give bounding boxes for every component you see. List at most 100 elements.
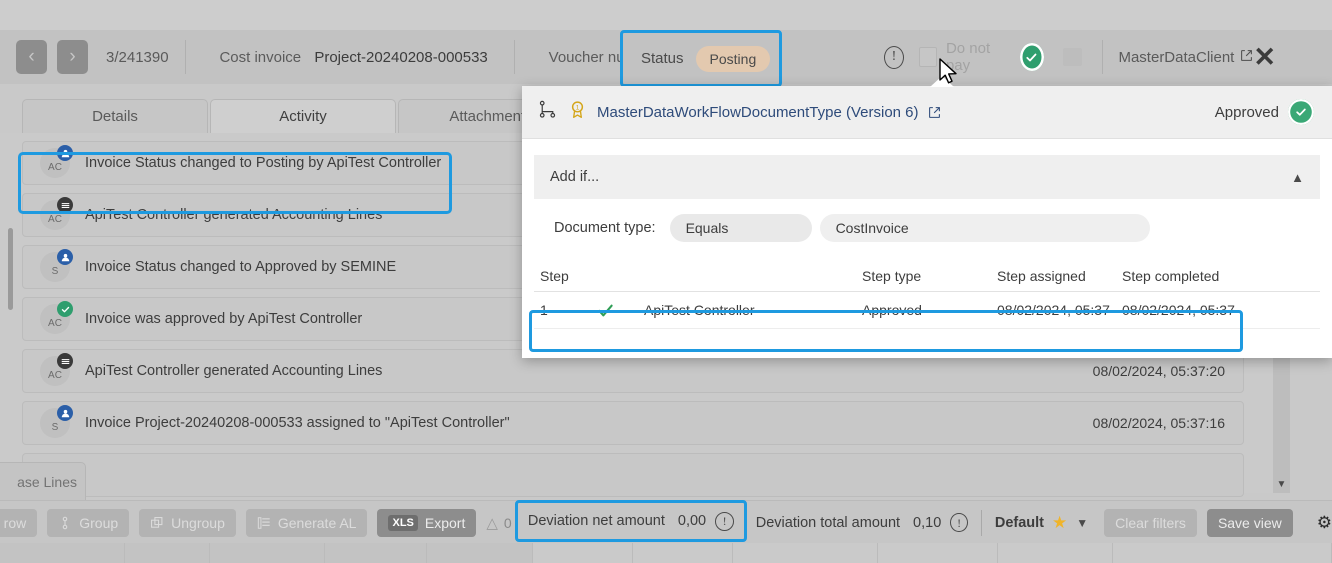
person-badge-icon [57,145,73,161]
record-counter: 3/241390 [106,49,169,66]
star-icon[interactable]: ★ [1052,513,1067,533]
view-selector-label[interactable]: Default [995,515,1044,531]
purchase-lines-tab-label: ase Lines [17,474,77,490]
deviation-total-info-icon[interactable]: ! [950,513,968,532]
avatar: AC [40,148,70,178]
tab-activity-label: Activity [279,108,327,125]
popup-status-label: Approved [1215,104,1279,121]
activity-scrollbar-thumb[interactable] [8,228,13,310]
data-grid-strip [0,543,1332,563]
group-label: Group [79,515,118,531]
by-row-button[interactable]: by row [0,509,37,537]
condition-operator-select[interactable]: Equals [670,214,812,242]
info-exclamation-icon[interactable]: ! [884,46,904,69]
scroll-down-arrow-icon[interactable]: ▼ [1273,476,1290,493]
cell-step-completed: 08/02/2024, 05:37 [1122,302,1272,318]
export-label: Export [425,515,465,531]
list-icon [257,516,271,530]
deviation-total-value: 0,10 [913,515,941,531]
list-item[interactable]: S Invoice Project-20240208-000533 assign… [22,401,1244,445]
deviation-net-amount-field[interactable]: Deviation net amount 0,00 ! [515,500,747,542]
table-row[interactable]: 1 ApiTest Controller Approved 08/02/2024… [534,292,1320,329]
client-name-label: MasterDataClient [1118,49,1234,66]
xls-icon: XLS [388,515,417,531]
tab-details[interactable]: Details [22,99,208,133]
award-badge-icon: 1 [568,100,587,124]
check-icon [1024,50,1039,65]
avatar: AC [40,356,70,386]
list-item-time: 08/02/2024, 05:37:16 [1093,415,1225,431]
avatar: S [40,252,70,282]
save-view-label: Save view [1218,515,1282,531]
accounting-lines-badge-icon [57,197,73,213]
purchase-lines-tab[interactable]: ase Lines [0,462,86,500]
comment-icon[interactable] [1063,48,1082,66]
external-link-icon[interactable] [928,106,941,119]
warning-triangle-icon: △ [486,514,498,532]
deviation-net-info-icon[interactable]: ! [715,512,734,531]
ungroup-label: Ungroup [171,515,225,531]
list-item-text: Invoice Project-20240208-000533 assigned… [85,415,510,431]
avatar: S [40,408,70,438]
status-badge: Posting [696,46,771,72]
chevron-right-icon: › [69,46,75,68]
popup-header: 1 MasterDataWorkFlowDocumentType (Versio… [522,86,1332,139]
avatar: AC [40,200,70,230]
column-header-step-type: Step type [862,268,997,284]
sitemap-icon [538,100,557,124]
steps-table-header: Step Step type Step assigned Step comple… [534,261,1320,292]
chevron-down-icon[interactable]: ▼ [1076,516,1088,530]
deviation-total-label: Deviation total amount [756,515,900,531]
group-icon [58,516,72,530]
generate-al-button[interactable]: Generate AL [246,509,368,537]
workflow-title: MasterDataWorkFlowDocumentType (Version … [597,104,919,121]
clear-filters-label: Clear filters [1115,515,1186,531]
tab-attachments-label: Attachments [449,108,532,125]
next-record-button[interactable]: › [57,40,88,74]
header-divider-1 [185,40,186,74]
person-badge-icon [57,405,73,421]
tab-activity[interactable]: Activity [210,99,396,133]
svg-text:1: 1 [576,105,580,112]
cell-step-name: ApiTest Controller [644,302,862,318]
save-view-button[interactable]: Save view [1207,509,1293,537]
person-badge-icon [57,249,73,265]
window-top-strip [0,0,1332,30]
avatar: AC [40,304,70,334]
approved-status-icon [1288,99,1314,125]
page-scrollbar[interactable] [1273,350,1290,493]
app-root: ‹ › 3/241390 Cost invoice Project-202402… [0,0,1332,563]
export-button[interactable]: XLS Export [377,509,476,537]
clear-filters-button[interactable]: Clear filters [1104,509,1197,537]
chevron-up-icon[interactable]: ▲ [1291,170,1304,185]
ungroup-icon [150,516,164,530]
previous-record-button[interactable]: ‹ [16,40,47,74]
list-item-text: Invoice was approved by ApiTest Controll… [85,311,362,327]
add-if-label: Add if... [550,169,599,185]
deviation-net-label: Deviation net amount [528,513,665,529]
cell-step-type: Approved [862,302,997,318]
tab-details-label: Details [92,108,138,125]
do-not-pay-label: Do not pay [946,40,1008,74]
column-header-step-completed: Step completed [1122,268,1272,284]
add-if-section-header[interactable]: Add if... ▲ [534,155,1320,199]
condition-value-input[interactable]: CostInvoice [820,214,1150,242]
document-number: Project-20240208-000533 [314,49,487,66]
ungroup-button[interactable]: Ungroup [139,509,236,537]
list-item-text: ApiTest Controller generated Accounting … [85,207,382,223]
gear-icon[interactable]: ⚙ [1317,513,1332,533]
check-icon [596,301,644,320]
status-label: Status [641,50,684,67]
approve-button[interactable] [1020,43,1044,71]
close-button[interactable]: ✕ [1253,44,1276,71]
list-item[interactable] [22,453,1244,497]
external-link-icon[interactable] [1240,49,1253,66]
toolbar-divider [981,510,982,536]
warning-count: 0 [504,515,512,531]
do-not-pay-checkbox[interactable] [919,47,937,67]
list-item-text: Invoice Status changed to Posting by Api… [85,155,441,171]
group-button[interactable]: Group [47,509,129,537]
by-row-label: by row [0,515,26,531]
generate-al-label: Generate AL [278,515,357,531]
status-field[interactable]: Status Posting [620,30,782,87]
